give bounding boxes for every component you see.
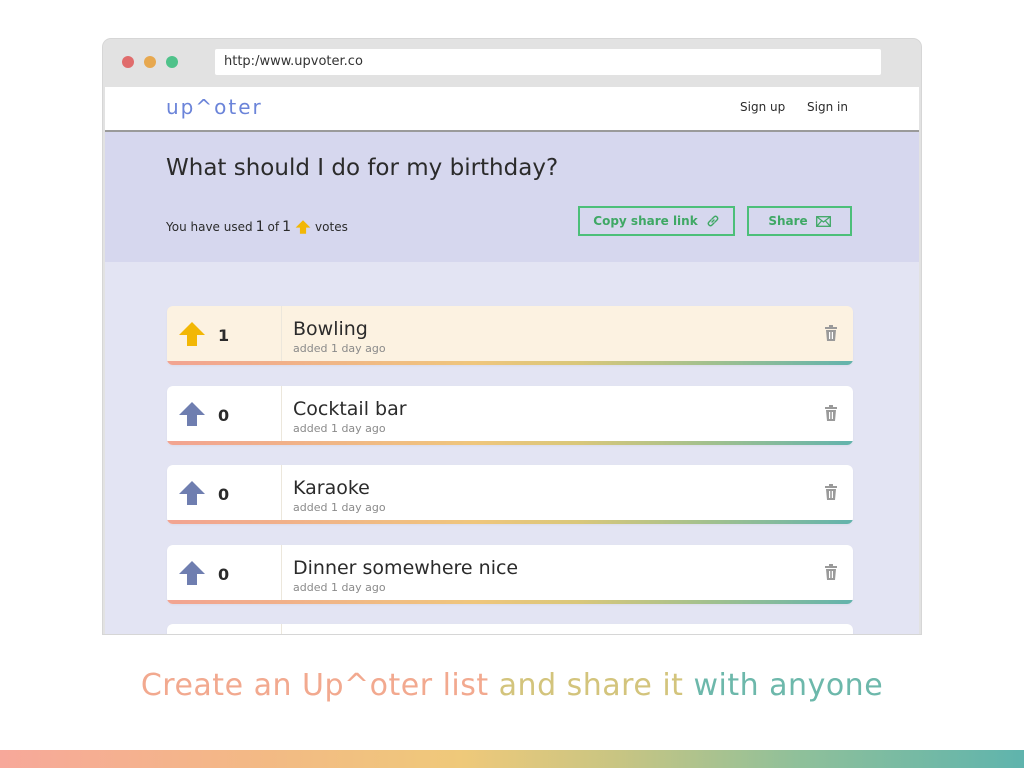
upvoter-logo[interactable]: up^oter [166,95,263,119]
tagline-part-2: and share it [488,668,684,703]
close-window-button[interactable] [122,56,134,68]
gradient-footer-bar [0,750,1024,768]
votes-of-text: of [267,220,280,234]
votes-suffix: votes [315,220,348,234]
browser-chrome: http:/www.upvoter.co [103,39,921,87]
item-divider [167,520,853,524]
item-title: Bowling [293,318,368,340]
sign-up-link[interactable]: Sign up [740,100,785,114]
vote-count: 0 [218,485,230,504]
browser-window: http:/www.upvoter.co up^oter Sign up Sig… [103,39,921,634]
votes-used-count: 1 [255,219,265,235]
vote-area: 1 [167,306,282,361]
vote-count: 0 [218,406,230,425]
tagline-part-1: Create an Up^oter list [140,668,489,703]
trash-icon[interactable] [824,564,838,580]
minimize-window-button[interactable] [144,56,156,68]
item-added-time: added 1 day ago [293,501,386,514]
arrow-up-icon[interactable] [179,480,205,506]
maximize-window-button[interactable] [166,56,178,68]
list-item: 1 Bowling added 1 day ago [167,306,853,365]
arrow-up-icon[interactable] [179,560,205,586]
item-added-time: added 1 day ago [293,581,386,594]
trash-icon[interactable] [824,405,838,421]
vote-area: 0 [167,545,282,600]
vote-area: 0 [167,386,282,441]
list-item: 0 Cocktail bar added 1 day ago [167,386,853,445]
item-title: Dinner somewhere nice [293,557,519,579]
vote-count: 0 [218,565,230,584]
arrow-up-icon[interactable] [179,401,205,427]
copy-share-link-button[interactable]: Copy share link [578,206,735,236]
item-added-time: added 1 day ago [293,422,386,435]
tagline: Create an Up^oter list and share it with… [0,668,1024,703]
sign-in-link[interactable]: Sign in [807,100,848,114]
votes-total-count: 1 [282,219,292,235]
list-item: 0 Karaoke added 1 day ago [167,465,853,524]
top-navbar: up^oter Sign up Sign in [105,87,919,132]
votes-prefix: You have used [166,220,253,234]
arrow-up-icon [295,220,311,234]
trash-icon[interactable] [824,484,838,500]
trash-icon[interactable] [824,325,838,341]
vote-area [167,624,282,634]
votes-used-status: You have used 1 of 1 votes [166,219,348,235]
share-button[interactable]: Share [747,206,852,236]
arrow-up-icon[interactable] [179,321,205,347]
item-title: Cocktail bar [293,398,407,420]
share-label: Share [768,214,808,228]
item-divider [167,600,853,604]
vote-area: 0 [167,465,282,520]
item-divider [167,361,853,365]
link-icon [707,215,719,227]
copy-share-link-label: Copy share link [593,214,698,228]
mail-icon [815,215,831,227]
address-bar[interactable]: http:/www.upvoter.co [215,49,881,75]
list-item: 0 Dinner somewhere nice added 1 day ago [167,545,853,604]
tagline-part-3: with anyone [683,668,884,703]
list-item-partial [167,624,853,634]
page-title: What should I do for my birthday? [166,155,559,181]
list-header: What should I do for my birthday? You ha… [105,132,919,262]
vote-count: 1 [218,326,230,345]
item-title: Karaoke [293,477,370,499]
page-viewport: up^oter Sign up Sign in What should I do… [105,87,919,634]
item-divider [167,441,853,445]
item-added-time: added 1 day ago [293,342,386,355]
